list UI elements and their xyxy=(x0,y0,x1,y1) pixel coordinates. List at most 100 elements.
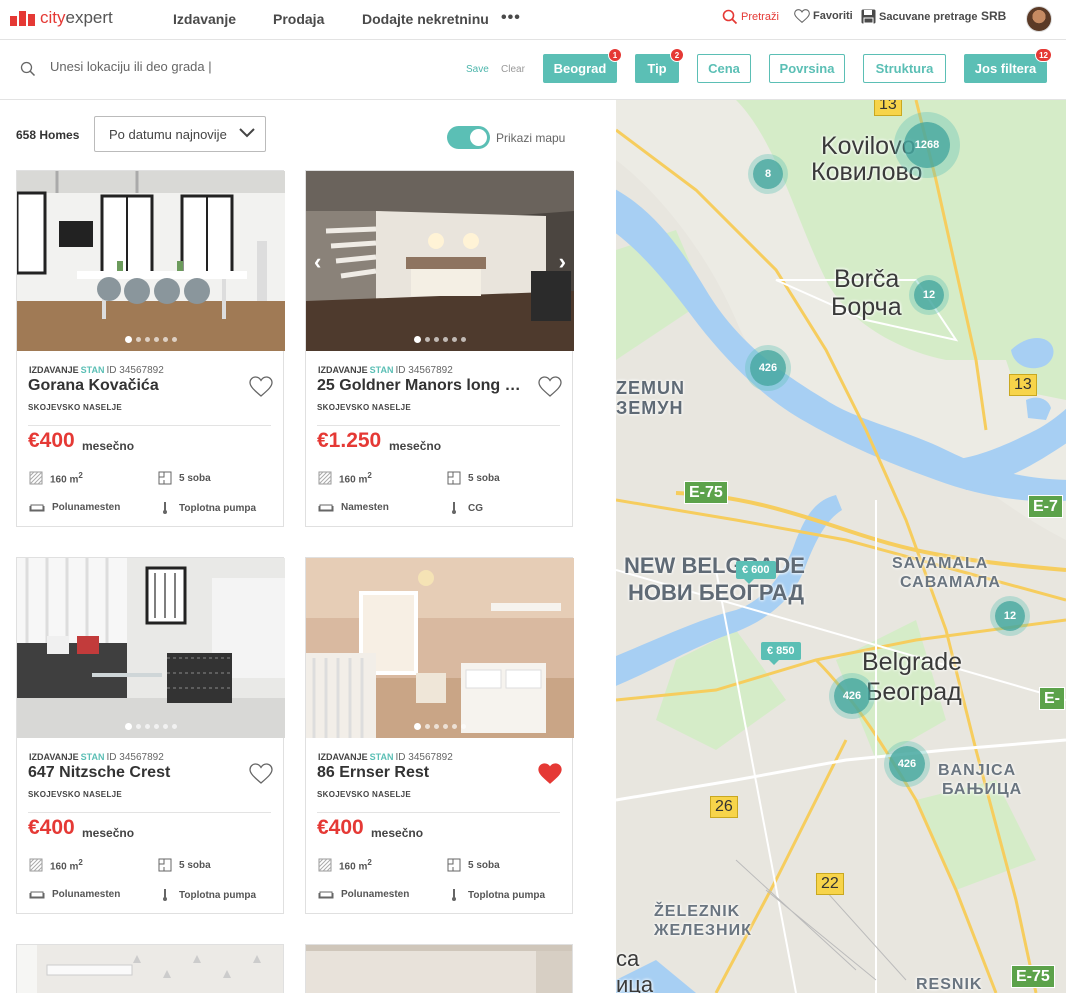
heart-filled-icon[interactable] xyxy=(538,763,562,784)
road-sign-e: E- xyxy=(1039,687,1065,710)
listing-price: €400 xyxy=(28,816,75,839)
card-divider xyxy=(28,812,271,813)
listing-card[interactable]: ‹ › IZDAVANJE STAN ID 34567892 25 Goldner … xyxy=(305,170,574,527)
price-period: mesečno xyxy=(82,439,135,453)
user-avatar[interactable] xyxy=(1026,6,1052,32)
map-background xyxy=(616,100,1066,993)
listing-title[interactable]: Gorana Kovačića xyxy=(28,377,238,395)
listing-title[interactable]: 25 Goldner Manors long street xyxy=(317,377,527,395)
favoriti-link[interactable]: Favoriti xyxy=(794,9,853,23)
heart-outline-icon[interactable] xyxy=(249,376,273,397)
map-label-resnik: RESNIK xyxy=(916,976,983,993)
filter-more[interactable]: Jos filtera 12 xyxy=(964,48,1052,83)
carousel-dots[interactable] xyxy=(306,723,574,730)
saved-searches-link[interactable]: Sacuvane pretrage xyxy=(861,9,977,24)
map-label-savamala: SAVAMALA xyxy=(892,555,989,572)
map-cluster[interactable]: 426 xyxy=(750,350,786,386)
pretrazi-link[interactable]: Pretraži xyxy=(722,9,779,25)
map-toggle-switch[interactable] xyxy=(447,126,490,149)
listing-photo-carousel[interactable] xyxy=(17,558,285,738)
area-exponent: 2 xyxy=(78,858,83,867)
carousel-dots[interactable] xyxy=(17,723,285,730)
floorplan-icon xyxy=(158,858,172,872)
filter-struktura-label: Struktura xyxy=(875,61,934,76)
listing-neighborhood: SKOJEVSKO NASELJE xyxy=(317,403,412,412)
filter-tip[interactable]: Tip 2 xyxy=(635,48,684,83)
feature-heating: CG xyxy=(447,501,483,515)
saved-searches-label: Sacuvane pretrage xyxy=(879,10,978,23)
furnished-value: Polunamesten xyxy=(52,501,121,513)
rooms-value: 5 soba xyxy=(468,859,500,871)
map-price-pin[interactable]: € 850 xyxy=(761,642,801,665)
listing-neighborhood: SKOJEVSKO NASELJE xyxy=(28,790,123,799)
location-search-input[interactable] xyxy=(50,59,410,74)
listing-card[interactable]: IZDAVANJE STAN ID 34567892 647 Nitzsche Cr… xyxy=(16,557,285,914)
map-label-kovilovo-cyr: Ковилово xyxy=(811,158,923,186)
listing-kind: STAN xyxy=(369,752,394,762)
map-cluster[interactable]: 1268 xyxy=(904,122,950,168)
heart-outline-icon[interactable] xyxy=(538,376,562,397)
listing-card[interactable]: IZDAVANJE STAN ID 34567892 86 Ernser Rest … xyxy=(305,557,574,914)
map-cluster[interactable]: 8 xyxy=(753,159,783,189)
listing-price: €400 xyxy=(28,429,75,452)
filter-cena[interactable]: Cena xyxy=(697,54,751,83)
filter-povrsina[interactable]: Povrsina xyxy=(769,54,845,83)
filter-beograd[interactable]: Beograd 1 xyxy=(543,48,622,83)
listing-photo-carousel[interactable] xyxy=(17,171,285,351)
listing-type: IZDAVANJE xyxy=(29,752,79,762)
map-price-pin[interactable]: € 600 xyxy=(736,561,776,584)
area-exponent: 2 xyxy=(367,471,372,480)
map-cluster[interactable]: 12 xyxy=(914,280,944,310)
sort-dropdown[interactable]: Po datumu najnovije xyxy=(94,116,266,152)
feature-furnished: Polunamesten xyxy=(29,888,120,900)
map-cluster[interactable]: 426 xyxy=(889,746,925,782)
thermometer-icon xyxy=(163,502,167,514)
search-icon xyxy=(20,61,36,77)
listing-card-partial[interactable] xyxy=(16,944,284,993)
feature-rooms: 5 soba xyxy=(447,471,500,485)
map-label-zemun-cyr: ЗЕМУН xyxy=(616,398,684,418)
listing-neighborhood: SKOJEVSKO NASELJE xyxy=(317,790,412,799)
cityexpert-logo[interactable]: cityexpert xyxy=(10,8,113,28)
feature-heating: Toplotna pumpa xyxy=(158,501,256,515)
logo-text-b: expert xyxy=(65,8,113,27)
filter-beograd-badge: 1 xyxy=(608,48,622,62)
filter-tip-label: Tip xyxy=(647,61,667,76)
filter-struktura[interactable]: Struktura xyxy=(863,54,946,83)
nav-more-button[interactable]: ••• xyxy=(501,9,521,27)
map-label-belgrade-cyr: Београд xyxy=(866,678,962,706)
listing-title[interactable]: 86 Ernser Rest xyxy=(317,764,527,782)
map-label-new-belgrade: NEW BELGRADE xyxy=(624,553,805,578)
nav-prodaja[interactable]: Prodaja xyxy=(273,11,324,27)
map-cluster[interactable]: 12 xyxy=(995,601,1025,631)
chevron-down-icon xyxy=(239,128,255,138)
carousel-next-button[interactable]: › xyxy=(559,249,566,275)
map-toggle-label: Prikazi mapu xyxy=(496,131,566,145)
road-sign-13: 13 xyxy=(1009,374,1037,396)
save-search-button[interactable]: Save xyxy=(466,64,489,75)
heart-outline-icon xyxy=(794,9,810,23)
map-cluster[interactable]: 426 xyxy=(834,678,870,714)
area-value: 160 xyxy=(50,861,67,873)
nav-dodajte-nekretninu[interactable]: Dodajte nekretninu xyxy=(362,11,489,27)
clear-search-button[interactable]: Clear xyxy=(501,64,525,75)
listing-card-partial[interactable] xyxy=(305,944,573,993)
heart-outline-icon[interactable] xyxy=(249,763,273,784)
listing-photo-carousel[interactable]: ‹ › xyxy=(306,171,574,351)
listing-title[interactable]: 647 Nitzsche Crest xyxy=(28,764,238,782)
road-sign-e75: E-75 xyxy=(684,481,728,504)
thermometer-icon xyxy=(452,502,456,514)
carousel-prev-button[interactable]: ‹ xyxy=(314,249,321,275)
sofa-icon xyxy=(29,891,45,899)
carousel-dots[interactable] xyxy=(17,336,285,343)
language-switch[interactable]: SRB xyxy=(981,9,1006,23)
heating-value: Toplotna pumpa xyxy=(468,889,546,901)
map-panel[interactable]: Kovilovo Ковилово Borča Борча ZEMUN ЗЕМУ… xyxy=(616,100,1066,993)
nav-izdavanje[interactable]: Izdavanje xyxy=(173,11,236,27)
listing-photo-carousel[interactable] xyxy=(306,558,574,738)
listing-card[interactable]: IZDAVANJE STAN ID 34567892 Gorana Kovačića… xyxy=(16,170,285,527)
carousel-dots[interactable] xyxy=(306,336,574,343)
thermometer-icon xyxy=(452,889,456,901)
listing-meta: IZDAVANJE STAN ID 34567892 xyxy=(318,365,453,376)
card-divider xyxy=(317,812,560,813)
